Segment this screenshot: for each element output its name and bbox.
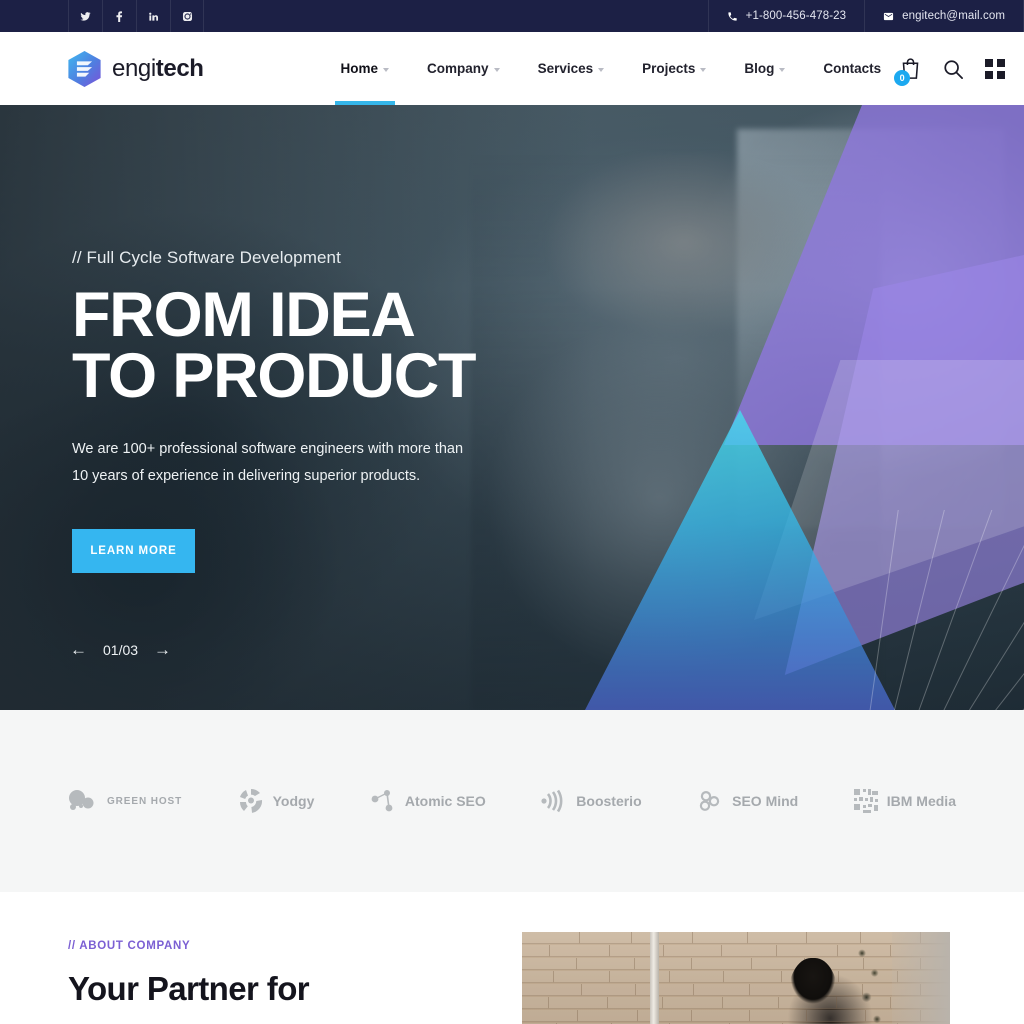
brand-wordmark: engitech bbox=[112, 55, 204, 83]
nav-item-contacts[interactable]: Contacts bbox=[804, 32, 900, 105]
main-navigation: Home Company Services Projects Blog Cont… bbox=[322, 32, 901, 105]
nav-label: Company bbox=[427, 61, 489, 76]
engitech-logo-icon bbox=[68, 50, 101, 87]
client-logo-boosterio[interactable]: Boosterio bbox=[541, 789, 642, 813]
search-icon bbox=[944, 59, 964, 79]
topbar: +1-800-456-478-23 engitech@mail.com bbox=[0, 0, 1024, 32]
about-section: // ABOUT COMPANY Your Partner for bbox=[0, 892, 1024, 1024]
brand-text-bold: tech bbox=[155, 54, 204, 82]
slider-counter: 01/03 bbox=[103, 641, 139, 658]
slider-prev-arrow[interactable]: ← bbox=[70, 641, 87, 658]
client-name: IBM Media bbox=[886, 793, 956, 809]
grid-icon bbox=[985, 58, 1006, 79]
boosterio-logo-icon bbox=[541, 789, 563, 813]
client-logo-yodgy[interactable]: Yodgy bbox=[238, 788, 315, 814]
nav-item-services[interactable]: Services bbox=[519, 32, 624, 105]
client-name: SEO Mind bbox=[732, 793, 799, 809]
phone-number: +1-800-456-478-23 bbox=[745, 10, 847, 22]
site-header: engitech Home Company Services Projects … bbox=[0, 32, 1024, 105]
chevron-down-icon bbox=[493, 67, 500, 72]
chevron-down-icon bbox=[598, 67, 605, 72]
client-logo-ibm-media[interactable]: IBM Media bbox=[853, 789, 956, 813]
hero-description: We are 100+ professional software engine… bbox=[72, 441, 464, 484]
client-name: Boosterio bbox=[576, 793, 642, 809]
client-logo-seo-mind[interactable]: SEO Mind bbox=[697, 789, 798, 813]
nav-label: Blog bbox=[744, 61, 775, 76]
nav-item-projects[interactable]: Projects bbox=[623, 32, 725, 105]
atomic-seo-logo-icon bbox=[371, 790, 393, 812]
brand-text-light: engi bbox=[112, 54, 156, 82]
nav-label: Contacts bbox=[823, 61, 882, 76]
client-logo-green-host[interactable]: GREEN HOST bbox=[68, 789, 182, 813]
search-button[interactable] bbox=[943, 59, 964, 79]
email-address: engitech@mail.com bbox=[902, 10, 1005, 22]
mail-icon bbox=[884, 12, 894, 20]
phone-icon bbox=[728, 11, 737, 21]
social-links bbox=[68, 0, 204, 32]
chevron-down-icon bbox=[779, 67, 786, 72]
client-name: Atomic SEO bbox=[404, 793, 486, 809]
nav-item-blog[interactable]: Blog bbox=[725, 32, 804, 105]
nav-label: Projects bbox=[642, 61, 696, 76]
cart-count-badge: 0 bbox=[894, 70, 911, 86]
hero-content: // Full Cycle Software Development From … bbox=[0, 105, 1024, 573]
learn-more-button[interactable]: LEARN MORE bbox=[72, 529, 195, 573]
slider-navigation: ← 01/03 → bbox=[70, 641, 171, 658]
grid-menu-button[interactable] bbox=[985, 58, 1006, 79]
instagram-icon[interactable] bbox=[170, 0, 204, 32]
slider-next-arrow[interactable]: → bbox=[154, 641, 171, 658]
nav-item-company[interactable]: Company bbox=[408, 32, 519, 105]
hero-title-line-2: To Product bbox=[72, 341, 477, 411]
hero-title-line-1: From Idea bbox=[72, 280, 416, 350]
client-logos-strip: GREEN HOST Yodgy Atomic SEO Boosterio SE… bbox=[0, 710, 1024, 892]
about-photo bbox=[522, 932, 950, 1024]
email-contact[interactable]: engitech@mail.com bbox=[864, 0, 1024, 32]
ibm-media-logo-icon bbox=[853, 789, 878, 813]
twitter-icon[interactable] bbox=[68, 0, 102, 32]
cart-button[interactable]: 0 bbox=[894, 57, 921, 86]
chevron-down-icon bbox=[383, 67, 390, 72]
hero-eyebrow: // Full Cycle Software Development bbox=[72, 248, 341, 267]
yodgy-logo-icon bbox=[239, 788, 262, 813]
seo-mind-logo-icon bbox=[699, 791, 720, 811]
client-name: GREEN HOST bbox=[107, 795, 183, 807]
green-host-logo-icon bbox=[69, 790, 94, 810]
hero-title: From Idea To Product bbox=[72, 280, 1024, 411]
topbar-contacts: +1-800-456-478-23 engitech@mail.com bbox=[707, 0, 1024, 32]
nav-label: Home bbox=[340, 61, 379, 76]
phone-contact[interactable]: +1-800-456-478-23 bbox=[707, 0, 864, 32]
client-name: Yodgy bbox=[272, 793, 315, 809]
nav-label: Services bbox=[537, 61, 594, 76]
linkedin-icon[interactable] bbox=[136, 0, 170, 32]
nav-item-home[interactable]: Home bbox=[322, 32, 409, 105]
chevron-down-icon bbox=[700, 67, 707, 72]
hero-slider: // Full Cycle Software Development From … bbox=[0, 105, 1024, 710]
brand-logo-link[interactable]: engitech bbox=[68, 50, 204, 87]
facebook-icon[interactable] bbox=[102, 0, 136, 32]
header-actions: 0 bbox=[894, 57, 1006, 86]
client-logo-atomic-seo[interactable]: Atomic SEO bbox=[370, 788, 486, 814]
